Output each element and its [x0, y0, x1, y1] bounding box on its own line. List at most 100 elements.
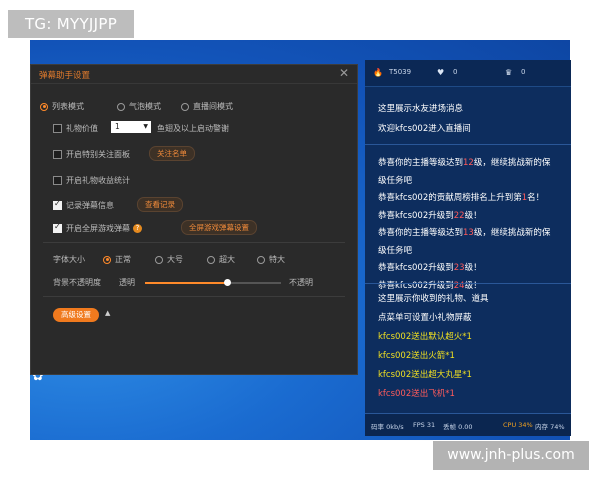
message-text: kfcs002送出 — [378, 332, 429, 342]
message-highlight: 13 — [463, 228, 474, 238]
message-text: 恭喜kfcs002升级到 — [378, 210, 454, 221]
message-text: 级！ — [464, 210, 482, 221]
system-message: 恭喜kfcs002升级到22级！ — [378, 209, 482, 221]
gift-income-checkbox[interactable]: 开启礼物收益统计 — [53, 175, 130, 186]
message-text: kfcs002送出 — [378, 351, 429, 361]
message-text: 这里展示你收到的礼物、道具 — [378, 294, 489, 304]
font-size-xlarge-radio[interactable]: 超大 — [207, 254, 235, 265]
radio-icon — [117, 102, 125, 111]
stat-count-3: 0 — [521, 68, 526, 76]
entry-message: 这里展示水友进场消息 — [378, 104, 464, 114]
font-size-large-label: 大号 — [167, 255, 183, 264]
mode-room-radio[interactable]: 直播间模式 — [181, 101, 233, 112]
fps-text: FPS 31 — [413, 421, 436, 429]
radio-icon — [257, 255, 265, 264]
view-record-button[interactable]: 查看记录 — [137, 197, 183, 212]
message-text: 恭喜你的主播等级达到 — [378, 228, 464, 238]
message-text: 级！ — [464, 263, 482, 273]
record-danmu-label: 记录弹幕信息 — [66, 201, 114, 210]
memory-text: 内存 74% — [535, 423, 565, 431]
message-highlight: 24 — [453, 280, 465, 291]
divider — [43, 242, 345, 243]
radio-icon — [40, 102, 48, 111]
message-highlight: 23 — [453, 263, 465, 273]
font-size-xlarge-label: 超大 — [219, 255, 235, 264]
section-divider — [365, 144, 571, 145]
danmu-settings-dialog: 弹幕助手设置 ✕ 列表模式 气泡模式 直播间模式 礼物价值 1 ▼ 鱼翅及以上启… — [30, 64, 358, 375]
caret-up-icon[interactable]: ▲ — [105, 309, 110, 317]
message-text: 级任务吧 — [378, 245, 413, 256]
font-size-xxlarge-label: 特大 — [269, 255, 285, 264]
chevron-down-icon: ▼ — [143, 123, 148, 130]
radio-icon — [207, 255, 215, 264]
checkbox-icon — [53, 176, 62, 185]
font-size-normal-label: 正常 — [115, 255, 131, 264]
gift-name: 火箭*1 — [428, 351, 455, 361]
watermark-bottom-right: www.jnh-plus.com — [433, 441, 589, 470]
gift-name: 超大丸星*1 — [428, 370, 472, 380]
message-text: 点菜单可设置小礼物屏蔽 — [378, 313, 472, 323]
gift-value-suffix: 鱼翅及以上启动警谢 — [157, 124, 229, 133]
radio-icon — [155, 255, 163, 264]
checkbox-icon — [53, 222, 62, 233]
crown-icon: ♛ — [505, 68, 513, 77]
mode-list-label: 列表模式 — [52, 102, 84, 111]
fullscreen-game-label: 开启全屏游戏弹幕 — [66, 224, 130, 233]
system-message: 恭喜kfcs002的贡献周榜排名上升到第1名！ — [378, 191, 544, 203]
checkbox-icon — [53, 124, 62, 133]
record-danmu-checkbox[interactable]: 记录弹幕信息 — [53, 199, 114, 211]
fullscreen-game-settings-button[interactable]: 全屏游戏弹幕设置 — [181, 220, 257, 235]
message-text: 恭喜kfcs002的贡献周榜排名上升到第 — [378, 193, 522, 203]
special-follow-checkbox[interactable]: 开启特别关注面板 — [53, 149, 130, 160]
opacity-min-label: 透明 — [119, 278, 135, 287]
gift-income-label: 开启礼物收益统计 — [66, 176, 130, 185]
message-text: kfcs002送出 — [378, 389, 429, 399]
section-divider — [365, 283, 571, 284]
gift-value-label: 礼物价值 — [66, 124, 98, 133]
gift-value-select[interactable]: 1 ▼ — [111, 121, 151, 133]
opacity-label: 背景不透明度 — [53, 278, 101, 287]
message-text: 级任务吧 — [378, 175, 413, 186]
message-text: 恭喜你的主播等级达到 — [378, 158, 464, 168]
system-message: 级任务吧 — [378, 174, 412, 186]
gift-name: 飞机*1 — [428, 389, 455, 399]
message-text: 级，继续挑战新的保 — [473, 158, 551, 168]
message-text: 恭喜kfcs002升级到 — [378, 263, 454, 273]
font-size-xxlarge-radio[interactable]: 特大 — [257, 254, 285, 265]
special-follow-label: 开启特别关注面板 — [66, 150, 130, 159]
gift-value-select-value: 1 — [115, 122, 120, 131]
system-message: 级任务吧 — [378, 244, 412, 256]
panel-topbar: 🔥 T5039 ♥ 0 ♛ 0 — [365, 60, 571, 87]
gift-name: 默认超火*1 — [428, 332, 472, 342]
mode-bubble-radio[interactable]: 气泡模式 — [117, 101, 161, 112]
checkbox-icon — [53, 199, 62, 210]
mode-list-radio[interactable]: 列表模式 — [40, 101, 84, 112]
message-text: 恭喜kfcs002升级到 — [378, 280, 454, 291]
divider — [43, 296, 345, 297]
message-highlight: 12 — [463, 158, 474, 168]
gift-message: 这里展示你收到的礼物、道具 — [378, 292, 489, 304]
entry-message: 欢迎kfcs002进入直播间 — [378, 124, 471, 134]
close-icon[interactable]: ✕ — [339, 66, 349, 80]
opacity-slider-thumb[interactable] — [223, 279, 231, 286]
system-message: 恭喜kfcs002升级到23级！ — [378, 261, 482, 273]
font-size-label: 字体大小 — [53, 255, 85, 264]
gift-message: kfcs002送出飞机*1 — [378, 387, 455, 399]
fullscreen-game-checkbox[interactable]: 开启全屏游戏弹幕? — [53, 222, 142, 234]
gift-message: kfcs002送出默认超火*1 — [378, 330, 472, 342]
radio-icon — [181, 102, 189, 111]
dropframe-text: 丢帧 0.00 — [443, 423, 473, 431]
mode-bubble-label: 气泡模式 — [129, 102, 161, 111]
font-size-normal-radio[interactable]: 正常 — [103, 254, 131, 265]
advanced-settings-button[interactable]: 高级设置 — [53, 308, 99, 322]
gift-value-checkbox[interactable]: 礼物价值 — [53, 123, 98, 134]
opacity-slider-fill — [145, 282, 227, 284]
info-icon[interactable]: ? — [133, 224, 142, 233]
font-size-large-radio[interactable]: 大号 — [155, 254, 183, 265]
gift-message: kfcs002送出火箭*1 — [378, 349, 455, 361]
message-text: kfcs002送出 — [378, 370, 429, 380]
opacity-slider[interactable] — [145, 279, 281, 286]
follow-list-button[interactable]: 关注名单 — [149, 146, 195, 161]
bitrate-text: 码率 0kb/s — [371, 423, 404, 431]
dialog-title: 弹幕助手设置 — [39, 71, 91, 81]
